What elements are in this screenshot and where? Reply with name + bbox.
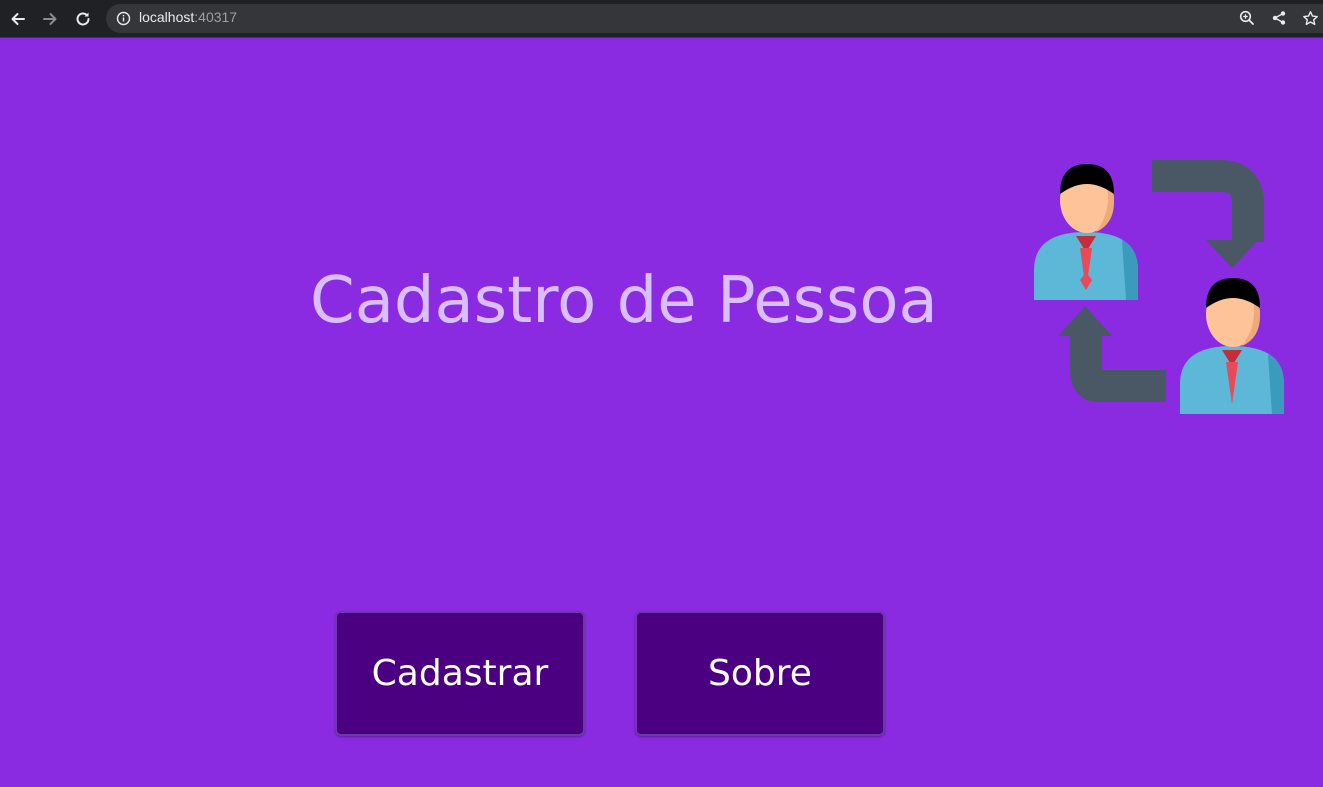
back-arrow-icon[interactable] bbox=[6, 7, 30, 31]
about-button[interactable]: Sobre bbox=[635, 611, 885, 736]
url-port: :40317 bbox=[194, 9, 238, 25]
url-host: localhost bbox=[139, 9, 195, 25]
people-exchange-icon bbox=[1030, 160, 1290, 416]
register-button[interactable]: Cadastrar bbox=[335, 611, 585, 736]
share-icon[interactable] bbox=[1268, 7, 1290, 29]
star-icon[interactable] bbox=[1299, 7, 1321, 29]
browser-toolbar: localhost:40317 bbox=[0, 0, 1323, 38]
page-title: Cadastro de Pessoa bbox=[310, 264, 938, 338]
reload-icon[interactable] bbox=[71, 7, 95, 31]
zoom-icon[interactable] bbox=[1236, 7, 1258, 29]
info-icon[interactable] bbox=[116, 11, 131, 30]
url-text: localhost:40317 bbox=[139, 9, 237, 25]
address-bar[interactable]: localhost:40317 bbox=[106, 4, 1323, 33]
app-container: Cadastro de Pessoa Cadastrar Sobre bbox=[0, 38, 1323, 787]
forward-arrow-icon[interactable] bbox=[38, 7, 62, 31]
